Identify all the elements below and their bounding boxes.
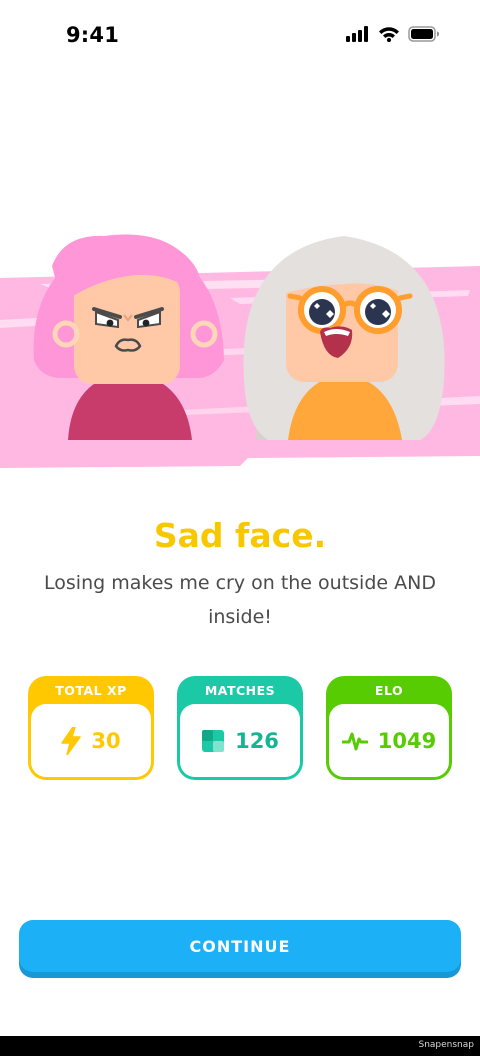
- footer-strip: Snapensnap: [0, 1036, 480, 1056]
- stat-value: 30: [91, 728, 121, 753]
- stat-card-total-xp: TOTAL XP 30: [28, 676, 154, 780]
- pulse-icon: [341, 730, 369, 752]
- cards-icon: [201, 729, 225, 753]
- battery-icon: [408, 26, 440, 46]
- teary-character: [243, 236, 445, 440]
- stat-label: TOTAL XP: [55, 683, 127, 698]
- stat-label: ELO: [374, 683, 404, 698]
- hero-illustration: [0, 200, 480, 490]
- result-message: Losing makes me cry on the outside AND i…: [44, 572, 436, 628]
- stat-label: MATCHES: [204, 683, 276, 698]
- status-bar: 9:41: [0, 0, 480, 70]
- signal-icon: [346, 26, 370, 46]
- continue-label: CONTINUE: [189, 936, 291, 956]
- stat-body: 30: [31, 704, 151, 777]
- status-time: 9:41: [66, 23, 120, 47]
- stat-body: 1049: [329, 704, 449, 777]
- wifi-icon: [378, 26, 400, 46]
- result-headline: Sad face.: [153, 516, 327, 555]
- stat-value: 126: [235, 728, 279, 753]
- watermark: Snapensnap: [418, 1040, 474, 1050]
- stat-card-elo: ELO 1049: [326, 676, 452, 780]
- stat-value: 1049: [377, 728, 437, 753]
- stat-body: 126: [180, 704, 300, 777]
- match-result-screen: 9:41 Sad face. Losing makes me cry on th…: [0, 0, 480, 1036]
- stats-row: TOTAL XP 30 MATCHES 126 ELO 1049: [28, 676, 452, 782]
- status-icons: [346, 26, 440, 46]
- stat-card-matches: MATCHES 126: [177, 676, 303, 780]
- continue-button[interactable]: CONTINUE: [19, 920, 461, 972]
- lightning-bolt-icon: [61, 725, 82, 756]
